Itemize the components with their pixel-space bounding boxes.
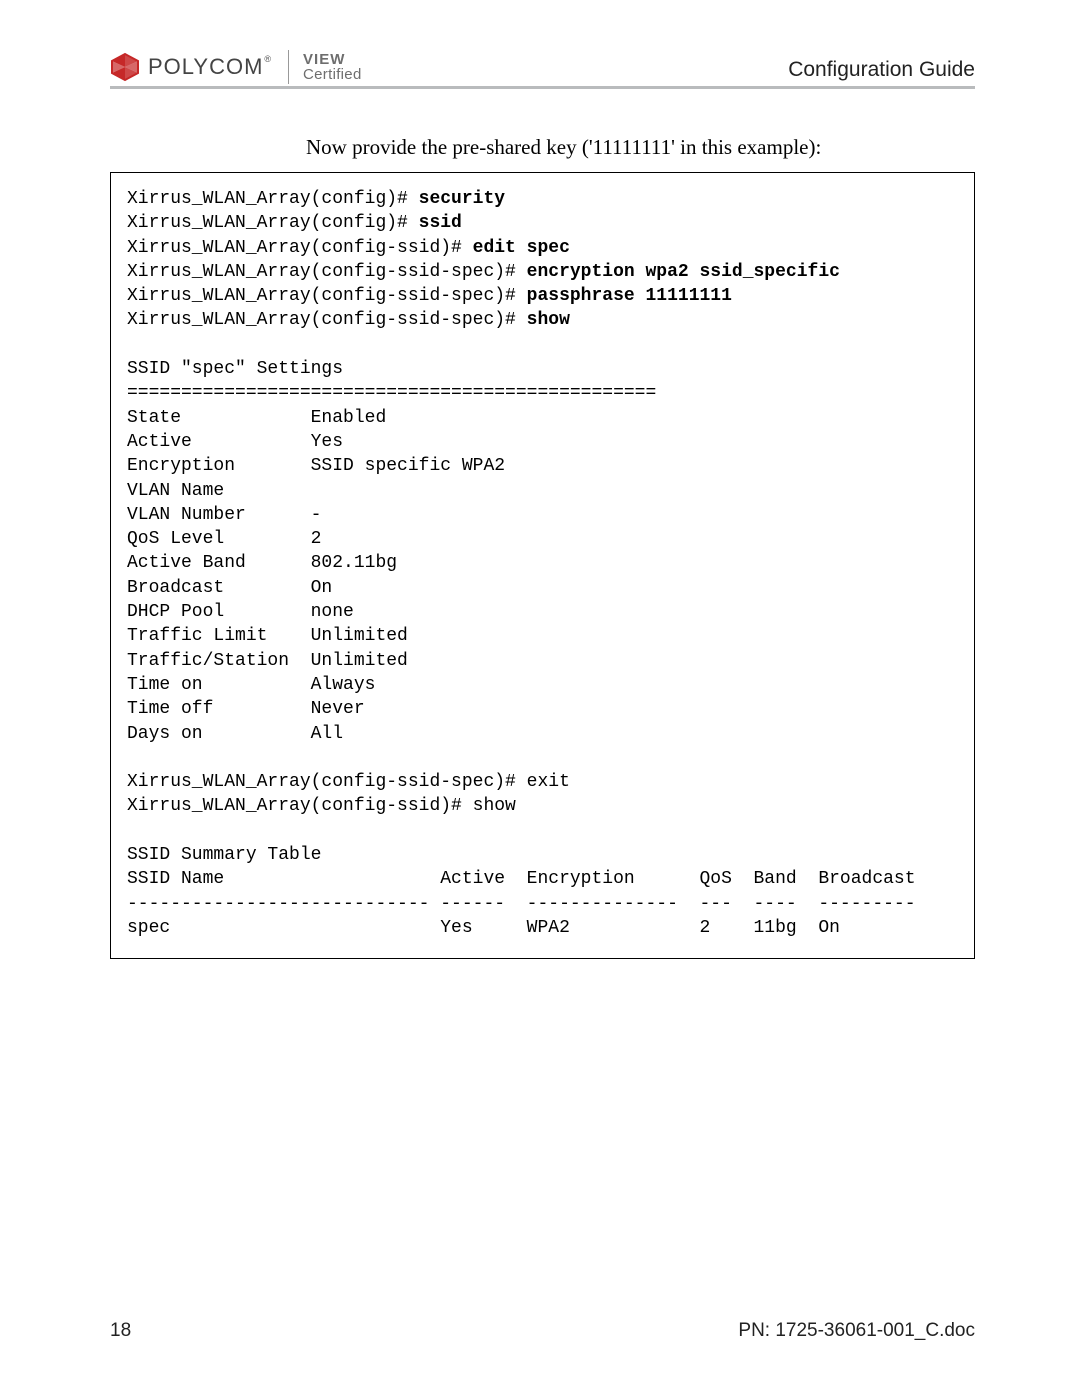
cli-line: ---------------------------- ------ ----… bbox=[127, 894, 916, 914]
cli-line: Xirrus_WLAN_Array(config-ssid-spec)# enc… bbox=[127, 262, 840, 282]
guide-title: Configuration Guide bbox=[788, 58, 975, 84]
cmd: edit spec bbox=[473, 238, 570, 258]
logo-divider bbox=[288, 50, 289, 84]
cmd: passphrase 11111111 bbox=[527, 286, 732, 306]
document-page: POLYCOM® VIEW Certified Configuration Gu… bbox=[0, 0, 1080, 1397]
cli-line: Xirrus_WLAN_Array(config-ssid)# edit spe… bbox=[127, 238, 570, 258]
cli-line: DHCP Pool none bbox=[127, 602, 354, 622]
intro-text: Now provide the pre-shared key ('1111111… bbox=[110, 135, 975, 160]
cli-line: VLAN Number - bbox=[127, 505, 321, 525]
prompt: Xirrus_WLAN_Array(config)# bbox=[127, 213, 419, 233]
cli-line: spec Yes WPA2 2 11bg On bbox=[127, 918, 840, 938]
cli-line: Broadcast On bbox=[127, 578, 332, 598]
cli-line: Xirrus_WLAN_Array(config-ssid-spec)# pas… bbox=[127, 286, 732, 306]
cli-line: SSID Summary Table bbox=[127, 845, 321, 865]
page-number: 18 bbox=[110, 1320, 131, 1342]
logo-block: POLYCOM® VIEW Certified bbox=[110, 50, 362, 84]
prompt: Xirrus_WLAN_Array(config-ssid-spec)# bbox=[127, 310, 527, 330]
cert-bot: Certified bbox=[303, 67, 362, 82]
cli-line: ========================================… bbox=[127, 383, 656, 403]
cli-line: Days on All bbox=[127, 724, 343, 744]
cli-line: Xirrus_WLAN_Array(config-ssid-spec)# exi… bbox=[127, 772, 570, 792]
cli-line: Traffic/Station Unlimited bbox=[127, 651, 408, 671]
cmd: security bbox=[419, 189, 505, 209]
cli-line: Xirrus_WLAN_Array(config-ssid-spec)# sho… bbox=[127, 310, 570, 330]
certification-block: VIEW Certified bbox=[303, 52, 362, 82]
prompt: Xirrus_WLAN_Array(config-ssid)# bbox=[127, 238, 473, 258]
cli-line: VLAN Name bbox=[127, 481, 224, 501]
cli-line: Active Yes bbox=[127, 432, 343, 452]
cli-line: Time off Never bbox=[127, 699, 365, 719]
cmd: encryption wpa2 ssid_specific bbox=[527, 262, 840, 282]
prompt: Xirrus_WLAN_Array(config-ssid-spec)# bbox=[127, 262, 527, 282]
doc-pn: PN: 1725-36061-001_C.doc bbox=[738, 1320, 975, 1342]
cli-line: SSID "spec" Settings bbox=[127, 359, 343, 379]
cli-line: Xirrus_WLAN_Array(config-ssid)# show bbox=[127, 796, 516, 816]
cli-line: Xirrus_WLAN_Array(config)# ssid bbox=[127, 213, 462, 233]
prompt: Xirrus_WLAN_Array(config-ssid-spec)# bbox=[127, 286, 527, 306]
page-header: POLYCOM® VIEW Certified Configuration Gu… bbox=[110, 50, 975, 89]
page-footer: 18 PN: 1725-36061-001_C.doc bbox=[110, 1320, 975, 1342]
cli-line: SSID Name Active Encryption QoS Band Bro… bbox=[127, 869, 916, 889]
cli-line: Traffic Limit Unlimited bbox=[127, 626, 408, 646]
registered-mark: ® bbox=[264, 54, 272, 64]
terminal-output: Xirrus_WLAN_Array(config)# security Xirr… bbox=[110, 172, 975, 959]
cmd: ssid bbox=[419, 213, 462, 233]
prompt: Xirrus_WLAN_Array(config)# bbox=[127, 189, 419, 209]
brand-name: POLYCOM® bbox=[148, 54, 272, 80]
brand-text: POLYCOM bbox=[148, 54, 263, 80]
cli-line: Xirrus_WLAN_Array(config)# security bbox=[127, 189, 505, 209]
cli-line: QoS Level 2 bbox=[127, 529, 321, 549]
polycom-logo-icon bbox=[110, 52, 140, 82]
cert-top: VIEW bbox=[303, 52, 362, 67]
cli-line: Encryption SSID specific WPA2 bbox=[127, 456, 505, 476]
cli-line: Active Band 802.11bg bbox=[127, 553, 397, 573]
cli-line: State Enabled bbox=[127, 408, 386, 428]
cmd: show bbox=[527, 310, 570, 330]
cli-line: Time on Always bbox=[127, 675, 375, 695]
